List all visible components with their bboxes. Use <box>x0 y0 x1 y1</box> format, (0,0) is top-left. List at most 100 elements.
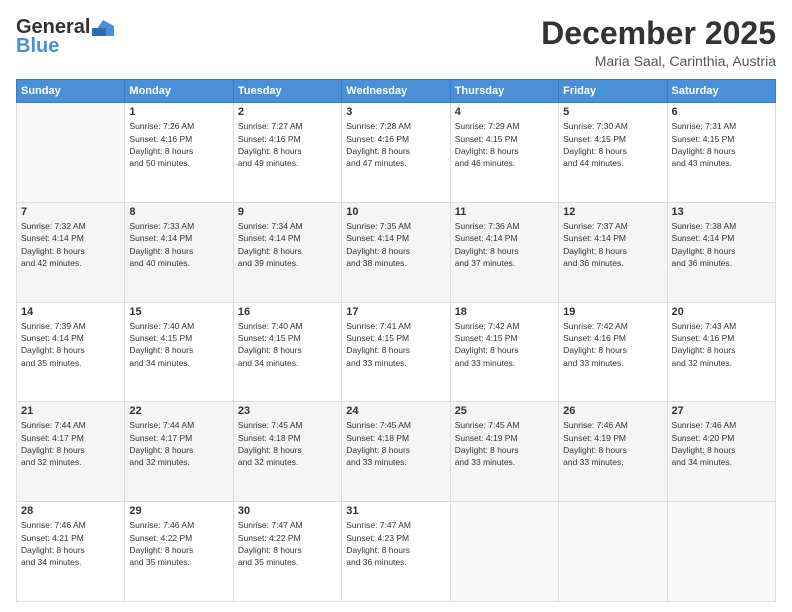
col-header-tuesday: Tuesday <box>233 80 341 103</box>
day-info: Sunrise: 7:44 AM Sunset: 4:17 PM Dayligh… <box>21 419 120 468</box>
calendar-cell: 2 Sunrise: 7:27 AM Sunset: 4:16 PM Daylig… <box>233 103 341 203</box>
calendar-cell <box>559 502 667 602</box>
day-info: Sunrise: 7:35 AM Sunset: 4:14 PM Dayligh… <box>346 220 445 269</box>
day-number: 18 <box>455 306 554 318</box>
header: General Blue December 2025 Maria Saal, C… <box>16 16 776 69</box>
day-number: 3 <box>346 106 445 118</box>
day-number: 31 <box>346 505 445 517</box>
day-info: Sunrise: 7:43 AM Sunset: 4:16 PM Dayligh… <box>672 320 771 369</box>
day-info: Sunrise: 7:45 AM Sunset: 4:18 PM Dayligh… <box>238 419 337 468</box>
title-section: December 2025 Maria Saal, Carinthia, Aus… <box>541 16 776 69</box>
day-number: 25 <box>455 405 554 417</box>
day-number: 20 <box>672 306 771 318</box>
col-header-wednesday: Wednesday <box>342 80 450 103</box>
day-info: Sunrise: 7:47 AM Sunset: 4:22 PM Dayligh… <box>238 519 337 568</box>
day-number: 13 <box>672 206 771 218</box>
day-number: 30 <box>238 505 337 517</box>
calendar-cell: 11 Sunrise: 7:36 AM Sunset: 4:14 PM Dayli… <box>450 202 558 302</box>
calendar-cell <box>667 502 775 602</box>
calendar-cell: 6 Sunrise: 7:31 AM Sunset: 4:15 PM Daylig… <box>667 103 775 203</box>
day-info: Sunrise: 7:28 AM Sunset: 4:16 PM Dayligh… <box>346 120 445 169</box>
calendar-cell: 22 Sunrise: 7:44 AM Sunset: 4:17 PM Dayli… <box>125 402 233 502</box>
day-info: Sunrise: 7:46 AM Sunset: 4:22 PM Dayligh… <box>129 519 228 568</box>
calendar-week-row: 21 Sunrise: 7:44 AM Sunset: 4:17 PM Dayli… <box>17 402 776 502</box>
calendar-cell: 20 Sunrise: 7:43 AM Sunset: 4:16 PM Dayli… <box>667 302 775 402</box>
calendar-table: SundayMondayTuesdayWednesdayThursdayFrid… <box>16 79 776 602</box>
day-number: 1 <box>129 106 228 118</box>
day-info: Sunrise: 7:41 AM Sunset: 4:15 PM Dayligh… <box>346 320 445 369</box>
day-info: Sunrise: 7:27 AM Sunset: 4:16 PM Dayligh… <box>238 120 337 169</box>
calendar-cell <box>17 103 125 203</box>
day-info: Sunrise: 7:45 AM Sunset: 4:18 PM Dayligh… <box>346 419 445 468</box>
calendar-cell: 13 Sunrise: 7:38 AM Sunset: 4:14 PM Dayli… <box>667 202 775 302</box>
calendar-cell: 1 Sunrise: 7:26 AM Sunset: 4:16 PM Daylig… <box>125 103 233 203</box>
day-number: 19 <box>563 306 662 318</box>
day-number: 29 <box>129 505 228 517</box>
day-number: 23 <box>238 405 337 417</box>
calendar-cell: 19 Sunrise: 7:42 AM Sunset: 4:16 PM Dayli… <box>559 302 667 402</box>
day-number: 7 <box>21 206 120 218</box>
calendar-cell: 28 Sunrise: 7:46 AM Sunset: 4:21 PM Dayli… <box>17 502 125 602</box>
calendar-cell: 8Sunrise: 7:33 AM Sunset: 4:14 PM Daylig… <box>125 202 233 302</box>
calendar-cell: 25 Sunrise: 7:45 AM Sunset: 4:19 PM Dayli… <box>450 402 558 502</box>
calendar-cell: 16 Sunrise: 7:40 AM Sunset: 4:15 PM Dayli… <box>233 302 341 402</box>
col-header-saturday: Saturday <box>667 80 775 103</box>
day-info: Sunrise: 7:44 AM Sunset: 4:17 PM Dayligh… <box>129 419 228 468</box>
day-number: 2 <box>238 106 337 118</box>
logo-blue: Blue <box>16 35 59 58</box>
day-info: Sunrise: 7:37 AM Sunset: 4:14 PM Dayligh… <box>563 220 662 269</box>
calendar-week-row: 7 Sunrise: 7:32 AM Sunset: 4:14 PM Daylig… <box>17 202 776 302</box>
logo-icon <box>92 20 114 36</box>
day-info: Sunrise: 7:39 AM Sunset: 4:14 PM Dayligh… <box>21 320 120 369</box>
day-info: Sunrise: 7:36 AM Sunset: 4:14 PM Dayligh… <box>455 220 554 269</box>
calendar-cell: 30 Sunrise: 7:47 AM Sunset: 4:22 PM Dayli… <box>233 502 341 602</box>
calendar-cell: 29 Sunrise: 7:46 AM Sunset: 4:22 PM Dayli… <box>125 502 233 602</box>
day-info: Sunrise: 7:45 AM Sunset: 4:19 PM Dayligh… <box>455 419 554 468</box>
page-container: General Blue December 2025 Maria Saal, C… <box>0 0 792 612</box>
calendar-week-row: 28 Sunrise: 7:46 AM Sunset: 4:21 PM Dayli… <box>17 502 776 602</box>
day-info: Sunrise: 7:31 AM Sunset: 4:15 PM Dayligh… <box>672 120 771 169</box>
day-number: 11 <box>455 206 554 218</box>
calendar-cell: 5Sunrise: 7:30 AM Sunset: 4:15 PM Daylig… <box>559 103 667 203</box>
calendar-cell: 27Sunrise: 7:46 AM Sunset: 4:20 PM Dayli… <box>667 402 775 502</box>
calendar-week-row: 1 Sunrise: 7:26 AM Sunset: 4:16 PM Daylig… <box>17 103 776 203</box>
day-info: Sunrise: 7:42 AM Sunset: 4:16 PM Dayligh… <box>563 320 662 369</box>
calendar-cell: 14 Sunrise: 7:39 AM Sunset: 4:14 PM Dayli… <box>17 302 125 402</box>
calendar-cell: 17 Sunrise: 7:41 AM Sunset: 4:15 PM Dayli… <box>342 302 450 402</box>
day-number: 21 <box>21 405 120 417</box>
col-header-sunday: Sunday <box>17 80 125 103</box>
month-title: December 2025 <box>541 16 776 51</box>
calendar-cell: 4 Sunrise: 7:29 AM Sunset: 4:15 PM Daylig… <box>450 103 558 203</box>
day-info: Sunrise: 7:46 AM Sunset: 4:19 PM Dayligh… <box>563 419 662 468</box>
day-info: Sunrise: 7:32 AM Sunset: 4:14 PM Dayligh… <box>21 220 120 269</box>
day-number: 27 <box>672 405 771 417</box>
col-header-monday: Monday <box>125 80 233 103</box>
day-number: 6 <box>672 106 771 118</box>
day-number: 14 <box>21 306 120 318</box>
calendar-cell: 9Sunrise: 7:34 AM Sunset: 4:14 PM Daylig… <box>233 202 341 302</box>
day-info: Sunrise: 7:34 AM Sunset: 4:14 PM Dayligh… <box>238 220 337 269</box>
day-number: 17 <box>346 306 445 318</box>
day-number: 22 <box>129 405 228 417</box>
calendar-cell: 18Sunrise: 7:42 AM Sunset: 4:15 PM Dayli… <box>450 302 558 402</box>
day-number: 16 <box>238 306 337 318</box>
calendar-cell: 12Sunrise: 7:37 AM Sunset: 4:14 PM Dayli… <box>559 202 667 302</box>
day-info: Sunrise: 7:29 AM Sunset: 4:15 PM Dayligh… <box>455 120 554 169</box>
day-number: 15 <box>129 306 228 318</box>
location: Maria Saal, Carinthia, Austria <box>541 53 776 69</box>
day-number: 4 <box>455 106 554 118</box>
calendar-week-row: 14 Sunrise: 7:39 AM Sunset: 4:14 PM Dayli… <box>17 302 776 402</box>
day-info: Sunrise: 7:33 AM Sunset: 4:14 PM Dayligh… <box>129 220 228 269</box>
calendar-cell: 7 Sunrise: 7:32 AM Sunset: 4:14 PM Daylig… <box>17 202 125 302</box>
day-info: Sunrise: 7:46 AM Sunset: 4:21 PM Dayligh… <box>21 519 120 568</box>
day-info: Sunrise: 7:40 AM Sunset: 4:15 PM Dayligh… <box>129 320 228 369</box>
day-number: 28 <box>21 505 120 517</box>
calendar-cell: 23 Sunrise: 7:45 AM Sunset: 4:18 PM Dayli… <box>233 402 341 502</box>
calendar-header-row: SundayMondayTuesdayWednesdayThursdayFrid… <box>17 80 776 103</box>
day-info: Sunrise: 7:40 AM Sunset: 4:15 PM Dayligh… <box>238 320 337 369</box>
col-header-friday: Friday <box>559 80 667 103</box>
calendar-cell: 3 Sunrise: 7:28 AM Sunset: 4:16 PM Daylig… <box>342 103 450 203</box>
day-info: Sunrise: 7:38 AM Sunset: 4:14 PM Dayligh… <box>672 220 771 269</box>
day-info: Sunrise: 7:26 AM Sunset: 4:16 PM Dayligh… <box>129 120 228 169</box>
calendar-cell: 15 Sunrise: 7:40 AM Sunset: 4:15 PM Dayli… <box>125 302 233 402</box>
